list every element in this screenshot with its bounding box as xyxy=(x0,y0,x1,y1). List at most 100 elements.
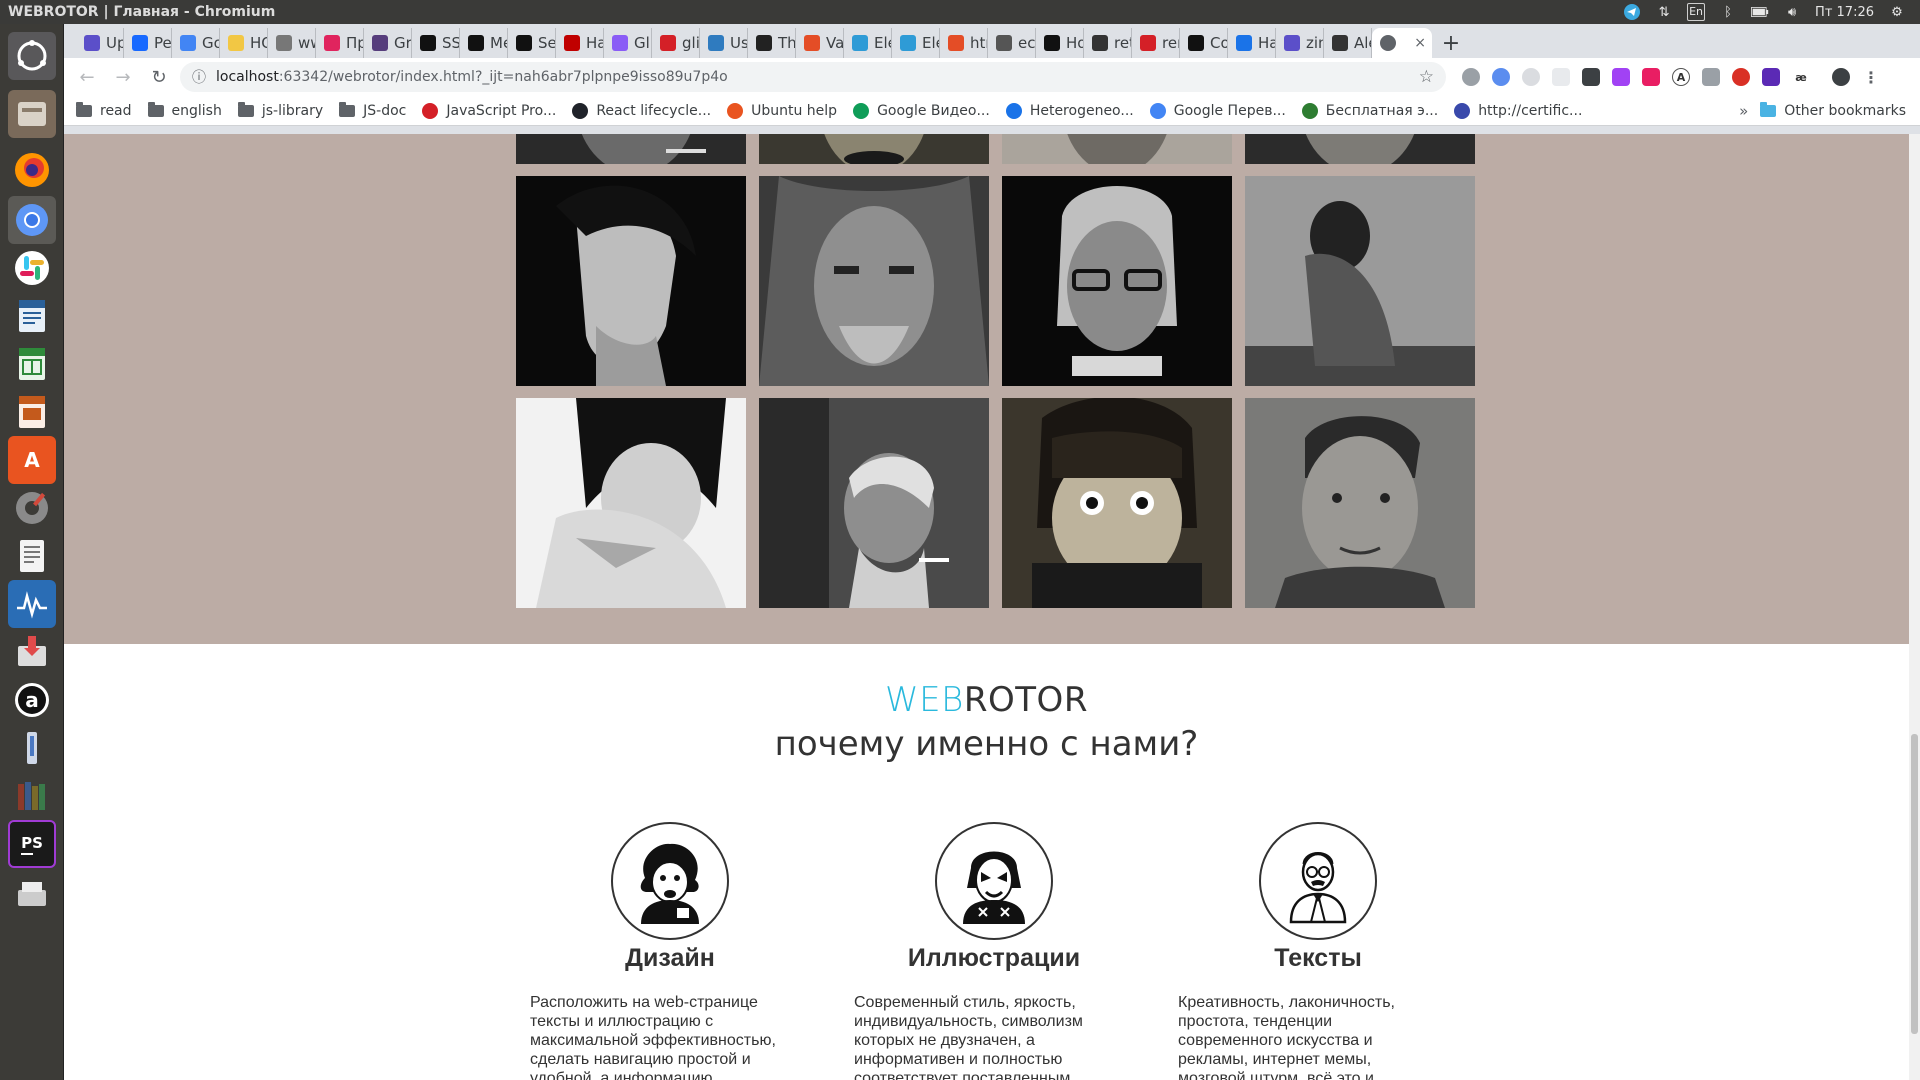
phpstorm-icon[interactable]: PS xyxy=(8,820,56,868)
profile-avatar[interactable] xyxy=(1832,68,1850,86)
bookmark-item[interactable]: http://certific... xyxy=(1454,102,1582,119)
system-settings-icon[interactable] xyxy=(8,484,56,532)
browser-tab[interactable]: Hor xyxy=(1036,28,1084,58)
gallery-photo[interactable] xyxy=(1002,134,1232,164)
extension-4-icon[interactable] xyxy=(1552,68,1570,86)
extension-7-icon[interactable] xyxy=(1642,68,1660,86)
gallery-photo[interactable] xyxy=(1245,134,1475,164)
browser-tab[interactable]: Ale xyxy=(1324,28,1372,58)
dash-home-icon[interactable] xyxy=(8,32,56,80)
browser-tab[interactable]: The xyxy=(748,28,796,58)
new-tab-button[interactable]: + xyxy=(1436,28,1466,58)
browser-tab[interactable]: Set xyxy=(508,28,556,58)
bookmark-item[interactable]: Google Перев... xyxy=(1149,102,1286,119)
other-bookmarks-folder[interactable]: Other bookmarks xyxy=(1760,101,1906,119)
bookmark-item[interactable]: Ubuntu help xyxy=(727,102,837,119)
bookmark-item[interactable]: JavaScript Pro... xyxy=(422,102,556,119)
network-transfer-icon[interactable]: ⇅ xyxy=(1655,3,1673,21)
bookmark-folder[interactable]: js-library xyxy=(237,101,323,119)
extension-10-icon[interactable] xyxy=(1732,68,1750,86)
address-bar[interactable]: ⓘ localhost:63342/webrotor/index.html?_i… xyxy=(180,62,1446,92)
gallery-photo[interactable] xyxy=(1245,398,1475,608)
bookmarks-overflow-button[interactable]: » xyxy=(1739,102,1748,120)
telegram-icon[interactable] xyxy=(1623,3,1641,21)
url-text[interactable]: localhost:63342/webrotor/index.html?_ijt… xyxy=(216,69,1409,85)
library-books-icon[interactable] xyxy=(8,772,56,820)
browser-tab[interactable]: Per xyxy=(124,28,172,58)
browser-tab[interactable]: Grid xyxy=(364,28,412,58)
files-icon[interactable] xyxy=(8,90,56,138)
extension-9-icon[interactable] xyxy=(1702,68,1720,86)
extension-3-icon[interactable] xyxy=(1522,68,1540,86)
browser-tab[interactable]: Var xyxy=(796,28,844,58)
libreoffice-impress-icon[interactable] xyxy=(8,388,56,436)
bookmark-star-icon[interactable]: ☆ xyxy=(1419,67,1434,87)
browser-tab[interactable]: ww xyxy=(268,28,316,58)
browser-tab[interactable]: glic xyxy=(652,28,700,58)
bookmark-item[interactable]: React lifecycle... xyxy=(572,102,711,119)
extension-5-icon[interactable] xyxy=(1582,68,1600,86)
forward-button[interactable]: → xyxy=(108,62,138,92)
volume-icon[interactable]: 🔊︎ xyxy=(1783,3,1801,21)
gallery-photo[interactable] xyxy=(1002,398,1232,608)
gallery-photo[interactable] xyxy=(516,176,746,386)
usb-creator-icon[interactable] xyxy=(8,724,56,772)
power-gear-icon[interactable]: ⚙ xyxy=(1888,3,1906,21)
browser-tab[interactable]: Ele xyxy=(844,28,892,58)
gallery-photo[interactable] xyxy=(759,134,989,164)
page-scrollbar[interactable] xyxy=(1909,134,1920,1080)
browser-tab[interactable]: Usi xyxy=(700,28,748,58)
browser-tab[interactable]: Cor xyxy=(1180,28,1228,58)
bookmark-folder[interactable]: JS-doc xyxy=(339,101,406,119)
browser-tab[interactable]: Goo xyxy=(172,28,220,58)
keyboard-language-indicator[interactable]: En xyxy=(1687,3,1706,21)
chromium-icon[interactable] xyxy=(8,196,56,244)
clock[interactable]: Пт 17:26 xyxy=(1815,5,1874,20)
browser-tab[interactable]: ret xyxy=(1084,28,1132,58)
installer-icon[interactable] xyxy=(8,628,56,676)
extension-11-icon[interactable] xyxy=(1762,68,1780,86)
libreoffice-calc-icon[interactable] xyxy=(8,340,56,388)
system-monitor-icon[interactable] xyxy=(8,580,56,628)
gallery-photo[interactable] xyxy=(1002,176,1232,386)
gallery-photo[interactable] xyxy=(516,134,746,164)
slack-icon[interactable] xyxy=(8,244,56,292)
libreoffice-writer-icon[interactable] xyxy=(8,292,56,340)
browser-tab[interactable]: Прс xyxy=(316,28,364,58)
active-browser-tab[interactable]: × xyxy=(1372,28,1432,58)
browser-tab[interactable]: htm xyxy=(940,28,988,58)
browser-tab[interactable]: zim xyxy=(1276,28,1324,58)
browser-tab[interactable]: Har xyxy=(1228,28,1276,58)
gallery-photo[interactable] xyxy=(759,176,989,386)
bookmark-item[interactable]: Бесплатная э... xyxy=(1301,102,1438,119)
extension-6-icon[interactable] xyxy=(1612,68,1630,86)
browser-tab[interactable]: HO xyxy=(220,28,268,58)
bookmark-folder[interactable]: english xyxy=(147,101,222,119)
browser-tab[interactable]: Upc xyxy=(76,28,124,58)
gallery-photo[interactable] xyxy=(516,398,746,608)
extension-8-icon[interactable]: A xyxy=(1672,68,1690,86)
browser-tab[interactable]: ren xyxy=(1132,28,1180,58)
bookmark-item[interactable]: Google Видео... xyxy=(853,102,990,119)
back-button[interactable]: ← xyxy=(72,62,102,92)
site-info-icon[interactable]: ⓘ xyxy=(192,67,206,87)
menu-kebab-icon[interactable]: ⋮ xyxy=(1862,68,1880,87)
tab-close-icon[interactable]: × xyxy=(1414,35,1432,51)
extension-2-icon[interactable] xyxy=(1492,68,1510,86)
battery-icon[interactable] xyxy=(1751,3,1769,21)
browser-tab[interactable]: Glic xyxy=(604,28,652,58)
browser-tab[interactable]: Har xyxy=(556,28,604,58)
browser-tab[interactable]: Me xyxy=(460,28,508,58)
reload-button[interactable]: ↻ xyxy=(144,62,174,92)
browser-tab[interactable]: SSR xyxy=(412,28,460,58)
amazon-icon[interactable]: a xyxy=(8,676,56,724)
text-editor-icon[interactable] xyxy=(8,532,56,580)
browser-tab[interactable]: eco xyxy=(988,28,1036,58)
bookmark-folder[interactable]: read xyxy=(76,101,132,119)
gallery-photo[interactable] xyxy=(1245,176,1475,386)
bookmark-item[interactable]: Heterogeneo... xyxy=(1005,102,1134,119)
gallery-photo[interactable] xyxy=(759,398,989,608)
firefox-icon[interactable] xyxy=(8,146,56,194)
scrollbar-thumb[interactable] xyxy=(1911,734,1918,1034)
software-center-icon[interactable]: A xyxy=(8,436,56,484)
